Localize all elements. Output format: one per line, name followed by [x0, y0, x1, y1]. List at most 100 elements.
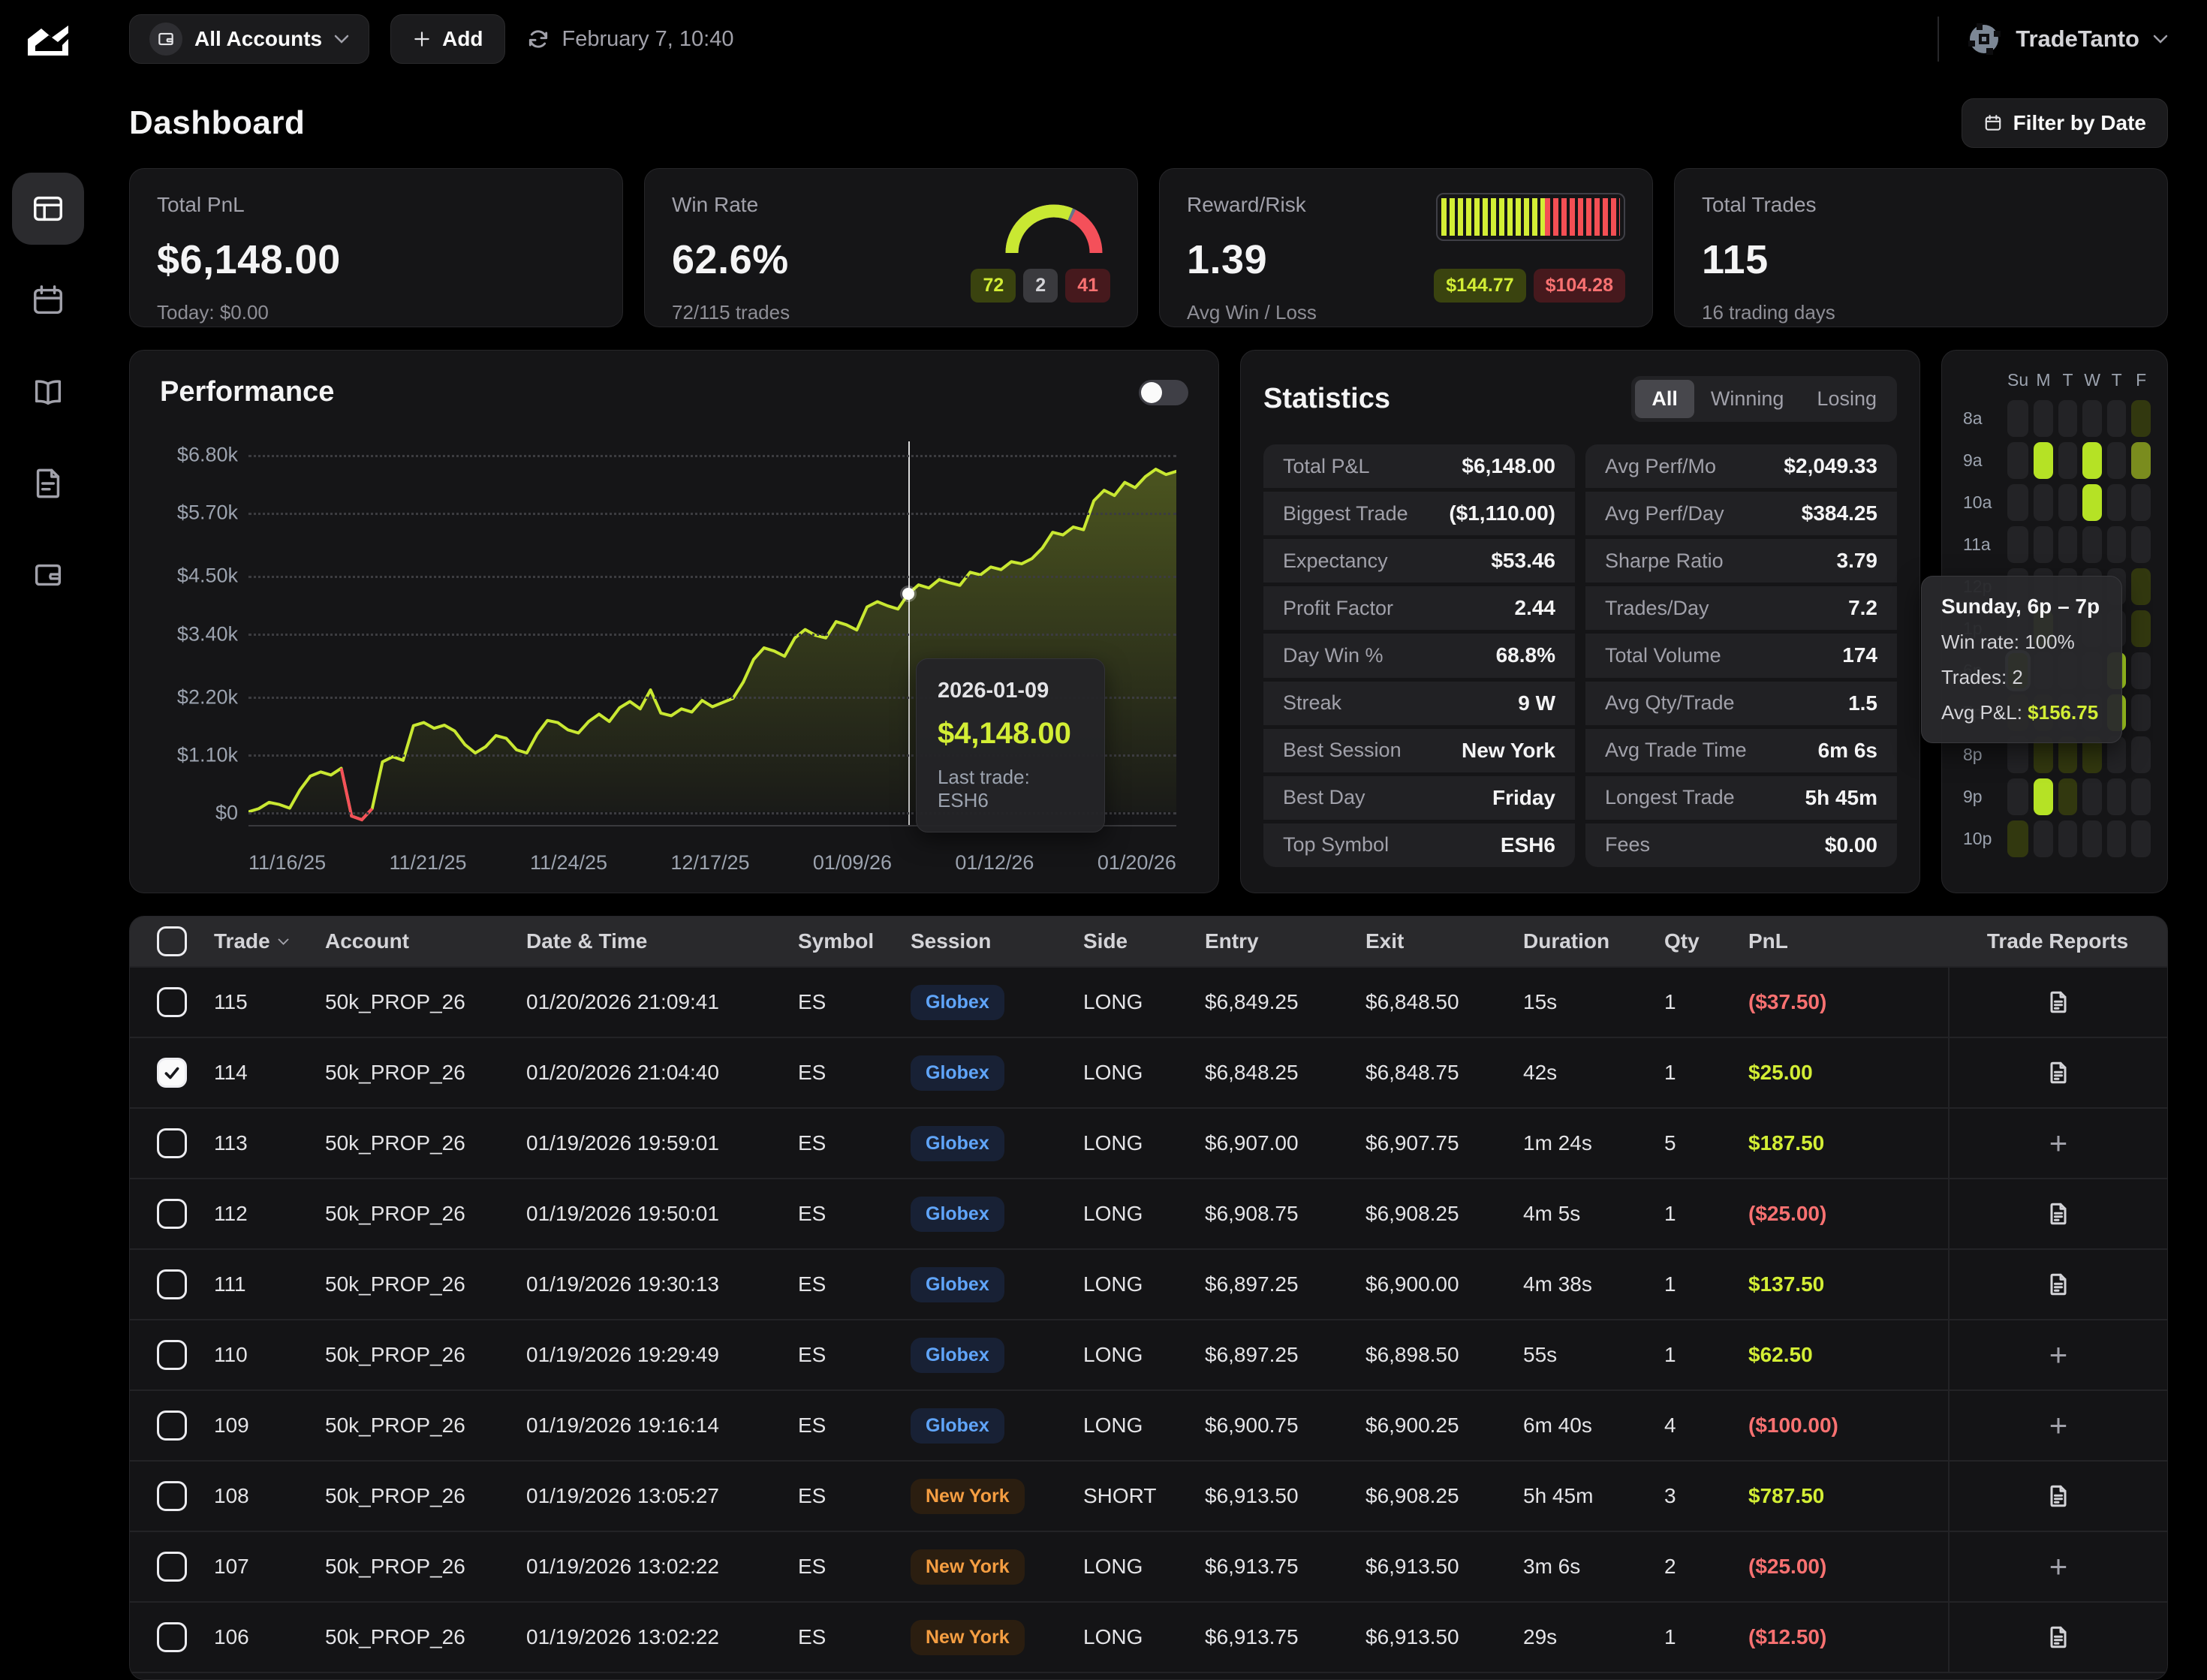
table-row[interactable]: 10650k_PROP_2601/19/2026 13:02:22ESNew Y… — [130, 1601, 2167, 1672]
heatmap-cell[interactable] — [2082, 442, 2102, 479]
heatmap-cell[interactable] — [2131, 778, 2151, 815]
table-row[interactable]: 11150k_PROP_2601/19/2026 19:30:13ESGlobe… — [130, 1248, 2167, 1319]
row-checkbox[interactable] — [157, 1622, 187, 1652]
x-axis-labels: 11/16/2511/21/2511/24/2512/17/2501/09/26… — [248, 851, 1176, 875]
sidebar-item-calendar[interactable] — [12, 264, 84, 336]
table-row[interactable]: 11450k_PROP_2601/20/2026 21:04:40ESGlobe… — [130, 1037, 2167, 1107]
session-badge: New York — [911, 1549, 1025, 1585]
sidebar-item-journal-book[interactable] — [12, 356, 84, 428]
heatmap-cell[interactable] — [2058, 442, 2078, 479]
heatmap-cell[interactable] — [2107, 484, 2127, 521]
select-all-checkbox[interactable] — [157, 926, 187, 956]
heatmap-cell[interactable] — [2034, 442, 2053, 479]
add-report-icon[interactable]: + — [2049, 1408, 2068, 1444]
trades-table-header: TradeAccountDate & TimeSymbolSessionSide… — [130, 917, 2167, 966]
row-checkbox[interactable] — [157, 1552, 187, 1582]
performance-toggle[interactable] — [1139, 380, 1188, 405]
heatmap-cell[interactable] — [2058, 484, 2078, 521]
sidebar-item-dashboard[interactable] — [12, 173, 84, 245]
heatmap-cell[interactable] — [2007, 484, 2028, 521]
stats-tab-losing[interactable]: Losing — [1800, 380, 1893, 418]
equity-chart: 11/16/2511/21/2511/24/2512/17/2501/09/26… — [160, 434, 1188, 875]
heatmap-cell[interactable] — [2034, 400, 2053, 437]
heatmap-cell[interactable] — [2034, 778, 2053, 815]
row-checkbox[interactable] — [157, 1128, 187, 1158]
heatmap-cell[interactable] — [2082, 526, 2102, 563]
row-checkbox[interactable] — [157, 1411, 187, 1441]
heatmap-cell[interactable] — [2034, 484, 2053, 521]
cell-trade-report — [1948, 1603, 2167, 1672]
row-checkbox[interactable] — [157, 1481, 187, 1511]
heatmap-cell[interactable] — [2007, 526, 2028, 563]
statistics-column-left: Total P&L $6,148.00Biggest Trade ($1,110… — [1263, 444, 1575, 867]
heatmap-cell[interactable] — [2058, 400, 2078, 437]
heatmap-cell[interactable] — [2082, 778, 2102, 815]
cell-side: LONG — [1083, 990, 1205, 1014]
stats-tab-all[interactable]: All — [1635, 380, 1694, 418]
row-checkbox[interactable] — [157, 1058, 187, 1088]
account-selector[interactable]: All Accounts — [129, 14, 369, 64]
row-checkbox[interactable] — [157, 1340, 187, 1370]
tooltip-note: Last trade: ESH6 — [938, 766, 1083, 812]
heatmap-cell[interactable] — [2007, 400, 2028, 437]
table-row[interactable]: 11550k_PROP_2601/20/2026 21:09:41ESGlobe… — [130, 966, 2167, 1037]
heatmap-cell[interactable] — [2107, 526, 2127, 563]
filter-by-date-button[interactable]: Filter by Date — [1962, 98, 2168, 148]
table-row[interactable]: 10750k_PROP_2601/19/2026 13:02:22ESNew Y… — [130, 1531, 2167, 1601]
cell-duration: 15s — [1523, 990, 1664, 1014]
cell-datetime: 01/19/2026 13:02:22 — [526, 1625, 798, 1649]
heatmap-cell[interactable] — [2107, 400, 2127, 437]
heatmap-cell[interactable] — [2058, 820, 2078, 857]
brand-menu[interactable]: TradeTanto — [1938, 17, 2168, 62]
heatmap-cell[interactable] — [2082, 820, 2102, 857]
sidebar-item-wallet[interactable] — [12, 539, 84, 611]
heatmap-cell[interactable] — [2058, 526, 2078, 563]
heatmap-cell[interactable] — [2082, 484, 2102, 521]
win-rate-gauge — [998, 193, 1110, 256]
add-report-icon[interactable]: + — [2049, 1337, 2068, 1373]
kpi-value: $6,148.00 — [157, 236, 341, 283]
heatmap-cell[interactable] — [2034, 820, 2053, 857]
add-report-icon[interactable]: + — [2049, 1549, 2068, 1585]
heatmap-cell[interactable] — [2131, 526, 2151, 563]
heatmap-cell[interactable] — [2131, 652, 2151, 689]
page-title: Dashboard — [129, 104, 305, 142]
column-header-trade[interactable]: Trade — [214, 929, 325, 953]
table-row[interactable]: 11350k_PROP_2601/19/2026 19:59:01ESGlobe… — [130, 1107, 2167, 1178]
stats-tab-winning[interactable]: Winning — [1694, 380, 1801, 418]
heatmap-cell[interactable] — [2007, 820, 2028, 857]
table-row[interactable]: 10850k_PROP_2601/19/2026 13:05:27ESNew Y… — [130, 1460, 2167, 1531]
heatmap-cell[interactable] — [2131, 694, 2151, 731]
heatmap-cell[interactable] — [2082, 400, 2102, 437]
row-checkbox[interactable] — [157, 1269, 187, 1299]
heatmap-cell[interactable] — [2131, 400, 2151, 437]
heatmap-cell[interactable] — [2131, 736, 2151, 773]
heatmap-cell[interactable] — [2034, 526, 2053, 563]
heatmap-cell[interactable] — [2107, 820, 2127, 857]
cell-trade-id: 113 — [214, 1131, 325, 1155]
column-header-duration: Duration — [1523, 929, 1664, 953]
cell-symbol: ES — [798, 1061, 911, 1085]
heatmap-cell[interactable] — [2131, 610, 2151, 647]
cell-duration: 55s — [1523, 1343, 1664, 1367]
add-button[interactable]: Add — [390, 14, 504, 64]
row-checkbox[interactable] — [157, 1199, 187, 1229]
heatmap-cell[interactable] — [2007, 778, 2028, 815]
sidebar-item-reports-file[interactable] — [12, 447, 84, 519]
row-checkbox[interactable] — [157, 987, 187, 1017]
heatmap-cell[interactable] — [2131, 568, 2151, 605]
heatmap-cell[interactable] — [2007, 442, 2028, 479]
stat-row: Sharpe Ratio 3.79 — [1585, 539, 1897, 583]
table-row[interactable]: 10950k_PROP_2601/19/2026 19:16:14ESGlobe… — [130, 1389, 2167, 1460]
heatmap-cell[interactable] — [2131, 442, 2151, 479]
table-row[interactable]: 11250k_PROP_2601/19/2026 19:50:01ESGlobe… — [130, 1178, 2167, 1248]
reports-file-icon — [31, 466, 65, 501]
heatmap-cell[interactable] — [2107, 778, 2127, 815]
add-report-icon[interactable]: + — [2049, 1125, 2068, 1161]
heatmap-cell[interactable] — [2131, 484, 2151, 521]
heatmap-cell[interactable] — [2107, 442, 2127, 479]
refresh-icon[interactable] — [526, 27, 550, 51]
table-row[interactable]: 11050k_PROP_2601/19/2026 19:29:49ESGlobe… — [130, 1319, 2167, 1389]
heatmap-cell[interactable] — [2058, 778, 2078, 815]
heatmap-cell[interactable] — [2131, 820, 2151, 857]
